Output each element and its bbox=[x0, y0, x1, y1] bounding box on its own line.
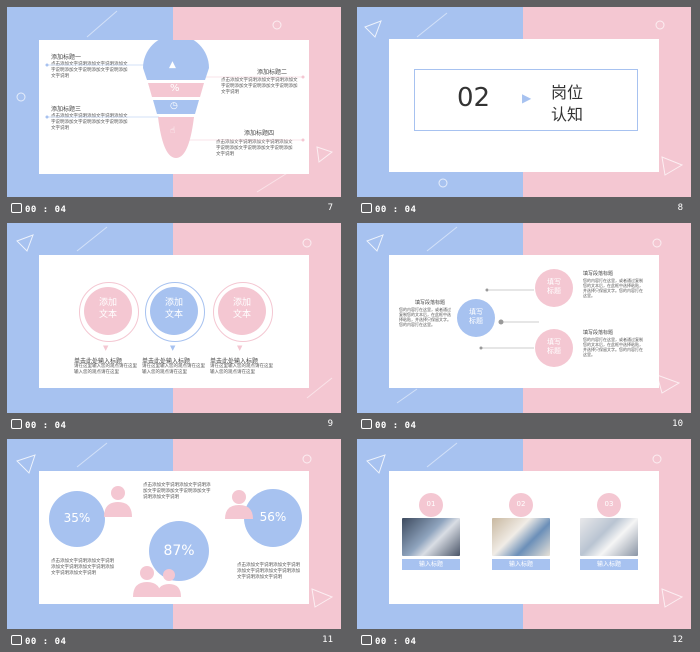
right-heading-1: 填写段落标题 bbox=[583, 271, 614, 277]
slide-footer: 00 : 04 8 bbox=[357, 197, 691, 220]
slide-canvas: 01 输入标题 02 输入标题 03 输入标题 bbox=[357, 439, 691, 629]
timer-icon bbox=[361, 419, 372, 429]
circle-3-line-2: 文本 bbox=[232, 310, 251, 320]
caption-body-1: 请在这里输入您的观点请在这里输入您的观点请在这里 bbox=[74, 364, 137, 375]
slide-number: 12 bbox=[672, 635, 683, 645]
slide-number: 10 bbox=[672, 419, 683, 429]
content-card: 01 输入标题 02 输入标题 03 输入标题 bbox=[389, 471, 659, 604]
slide-canvas: 填写 标题 填写 标题 填写 标题 填写段落标题 您的内容打在这里，或者通过复制您的文… bbox=[357, 223, 691, 413]
item-label-1: 输入标题 bbox=[402, 559, 460, 570]
clock-icon: ◷ bbox=[170, 101, 178, 111]
circle-3-line-1: 添加 bbox=[232, 298, 251, 308]
caption-body-2: 请在这里输入您的观点请在这里输入您的观点请在这里 bbox=[142, 364, 205, 375]
slide-thumbnail-7[interactable]: 添加标题一 点击添加文字说明添加文字说明添加文字说明添加文字说明添加文字说明添加… bbox=[7, 7, 341, 220]
arrow-down-icon: ▼ bbox=[237, 344, 243, 352]
circle-1-line-2: 文本 bbox=[98, 310, 117, 320]
slide-footer: 00 : 04 10 bbox=[357, 413, 691, 436]
right-body-1: 您的内容打在这里，或者通过复制您的文本后，在此框中选择粘贴，并选择只保留文字。您… bbox=[583, 278, 643, 298]
left-heading: 填写段落标题 bbox=[415, 300, 446, 306]
percent-icon: % bbox=[170, 83, 180, 94]
slide-footer: 00 : 04 12 bbox=[357, 629, 691, 652]
circle-1-line-1: 添加 bbox=[98, 298, 117, 308]
arrow-down-icon: ▼ bbox=[103, 344, 109, 352]
content-card: 添加 文本 ▼ 添加 文本 ▼ 添加 文本 ▼ 单击此处输入标题 请在这里输入您的观点… bbox=[39, 255, 309, 388]
title-line-1: 岗位 bbox=[551, 83, 584, 102]
timer-icon bbox=[361, 203, 372, 213]
slide-footer: 00 : 04 11 bbox=[7, 629, 341, 652]
top-line-2: 标题 bbox=[547, 287, 561, 295]
office-photo-3 bbox=[580, 518, 638, 556]
left-body: 您的内容打在这里，或者通过复制您的文本后，在此框中选择粘贴，并选择只保留文字。您… bbox=[399, 307, 451, 327]
slide-canvas: 02 ▶ 岗位 认知 bbox=[357, 7, 691, 197]
caption-body-3: 请在这里输入您的观点请在这里输入您的观点请在这里 bbox=[210, 364, 273, 375]
slide-number: 9 bbox=[327, 419, 333, 429]
timer-icon bbox=[361, 635, 372, 645]
content-card: 添加标题一 点击添加文字说明添加文字说明添加文字说明添加文字说明添加文字说明添加… bbox=[39, 40, 309, 174]
content-card: 35% 87% 56% 点击添加文字说明添加文字说明添加文字说明添加文字说明添加… bbox=[39, 471, 309, 604]
people-icon bbox=[133, 566, 181, 597]
slide-thumbnail-11[interactable]: 35% 87% 56% 点击添加文字说明添加文字说明添加文字说明添加文字说明添加… bbox=[7, 439, 341, 652]
slide-timing: 00 : 04 bbox=[25, 205, 67, 215]
stat-value-2: 87% bbox=[163, 543, 195, 559]
slide-number: 11 bbox=[322, 635, 333, 645]
slide-timing: 00 : 04 bbox=[375, 421, 417, 431]
stat-text-1: 点击添加文字说明添加文字说明添加文字说明添加文字说明添加文字说明添加文字说明 bbox=[143, 483, 211, 500]
timer-icon bbox=[11, 419, 22, 429]
slide-canvas: 35% 87% 56% 点击添加文字说明添加文字说明添加文字说明添加文字说明添加… bbox=[7, 439, 341, 629]
bottom-line-1: 填写 bbox=[547, 338, 561, 346]
timer-icon bbox=[11, 203, 22, 213]
person-icon bbox=[104, 486, 132, 517]
right-body-2: 您的内容打在这里，或者通过复制您的文本后，在此框中选择粘贴，并选择只保留文字。您… bbox=[583, 337, 643, 357]
slide-thumbnail-9[interactable]: 添加 文本 ▼ 添加 文本 ▼ 添加 文本 ▼ 单击此处输入标题 请在这里输入您的观点… bbox=[7, 223, 341, 436]
title-line-2: 认知 bbox=[551, 105, 584, 124]
content-card: 填写 标题 填写 标题 填写 标题 填写段落标题 您的内容打在这里，或者通过复制您的文… bbox=[389, 255, 659, 388]
bottom-line-2: 标题 bbox=[547, 347, 561, 355]
slide-thumbnail-10[interactable]: 填写 标题 填写 标题 填写 标题 填写段落标题 您的内容打在这里，或者通过复制您的文… bbox=[357, 223, 691, 436]
slide-timing: 00 : 04 bbox=[25, 421, 67, 431]
slide-thumbnail-12[interactable]: 01 输入标题 02 输入标题 03 输入标题 00 : 04 12 bbox=[357, 439, 691, 652]
item-label-2: 输入标题 bbox=[492, 559, 550, 570]
top-line-1: 填写 bbox=[547, 278, 561, 286]
circle-2-line-1: 添加 bbox=[164, 298, 183, 308]
slide-timing: 00 : 04 bbox=[375, 205, 417, 215]
content-card: 02 ▶ 岗位 认知 bbox=[389, 39, 659, 172]
center-line-1: 填写 bbox=[469, 308, 483, 316]
slide-number: 7 bbox=[327, 203, 333, 213]
graduation-cap-icon: ▲ bbox=[169, 60, 176, 70]
stat-value-1: 35% bbox=[63, 511, 91, 525]
slide-number: 8 bbox=[677, 203, 683, 213]
office-photo-2 bbox=[492, 518, 550, 556]
slide-canvas: 添加标题一 点击添加文字说明添加文字说明添加文字说明添加文字说明添加文字说明添加… bbox=[7, 7, 341, 197]
circle-2-line-2: 文本 bbox=[164, 310, 183, 320]
slide-thumbnail-8[interactable]: 02 ▶ 岗位 认知 00 : 04 8 bbox=[357, 7, 691, 220]
slide-canvas: 添加 文本 ▼ 添加 文本 ▼ 添加 文本 ▼ 单击此处输入标题 请在这里输入您的观点… bbox=[7, 223, 341, 413]
play-arrow-icon: ▶ bbox=[522, 91, 532, 105]
right-heading-2: 填写段落标题 bbox=[583, 330, 614, 336]
person-icon bbox=[225, 490, 253, 519]
hand-pointer-icon: ☝ bbox=[170, 126, 176, 136]
item-number-3: 03 bbox=[604, 500, 614, 508]
item-number-2: 02 bbox=[516, 500, 526, 508]
stat-text-2: 点击添加文字说明添加文字说明添加文字说明添加文字说明添加文字说明添加文字说明 bbox=[51, 559, 114, 576]
section-number: 02 bbox=[457, 83, 491, 113]
stat-text-3: 点击添加文字说明添加文字说明添加文字说明添加文字说明添加文字说明添加文字说明 bbox=[237, 563, 300, 580]
slide-footer: 00 : 04 7 bbox=[7, 197, 341, 220]
office-photo-1 bbox=[402, 518, 460, 556]
center-line-2: 标题 bbox=[469, 317, 483, 325]
item-label-3: 输入标题 bbox=[580, 559, 638, 570]
slide-footer: 00 : 04 9 bbox=[7, 413, 341, 436]
item-number-1: 01 bbox=[426, 500, 436, 508]
timer-icon bbox=[11, 635, 22, 645]
arrow-down-icon: ▼ bbox=[170, 344, 176, 352]
